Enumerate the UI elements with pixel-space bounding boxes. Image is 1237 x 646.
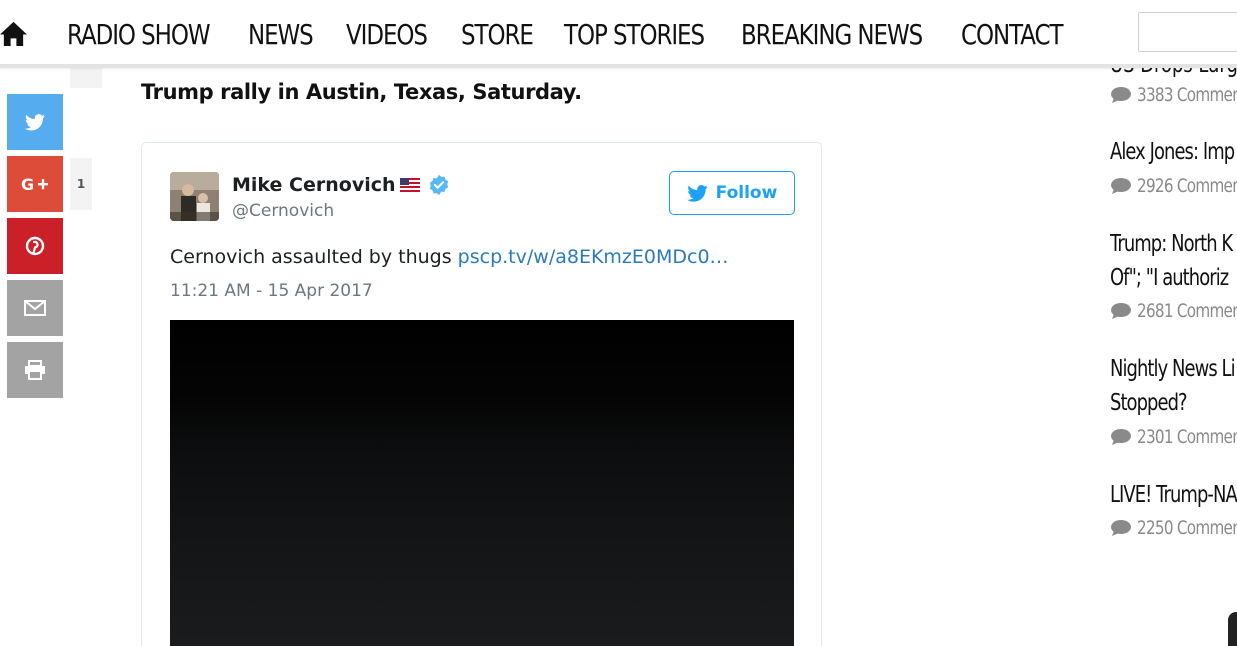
print-share-button[interactable] [7, 342, 63, 398]
follow-label: Follow [715, 183, 778, 203]
tweet-body-text: Cernovich assaulted by thugs [170, 246, 458, 268]
comment-bubble-icon [1111, 87, 1131, 103]
comment-count[interactable]: 2301 Comments [1110, 426, 1237, 448]
comment-count-text: 2681 Comments [1137, 300, 1237, 322]
tweet-author-name[interactable]: Mike Cernovich [232, 174, 396, 196]
comment-count[interactable]: 3383 Comments [1110, 84, 1237, 106]
printer-icon [25, 360, 45, 380]
comment-bubble-icon [1111, 520, 1131, 536]
top-navigation: RADIO SHOW NEWS VIDEOS STORE TOP STORIES… [0, 0, 1237, 68]
avatar[interactable] [170, 172, 219, 221]
sidebar-story-title-line2[interactable]: Stopped? [1110, 386, 1188, 420]
nav-radio-show[interactable]: RADIO SHOW [67, 15, 211, 55]
tweet-link[interactable]: pscp.tv/w/a8EKmzE0MDc0… [458, 246, 729, 268]
nav-breaking-news[interactable]: BREAKING NEWS [741, 15, 923, 55]
tweet-timestamp[interactable]: 11:21 AM - 15 Apr 2017 [170, 281, 373, 301]
google-plus-share-count: 1 [70, 158, 92, 210]
avatar-photo [170, 172, 219, 221]
verified-badge-icon [429, 174, 449, 196]
article-lead-text: Trump rally in Austin, Texas, Saturday. [141, 80, 582, 104]
nav-news[interactable]: NEWS [248, 15, 314, 55]
trending-sidebar: US Drops Large 3383 Comments Alex Jones:… [1110, 0, 1237, 646]
nav-store[interactable]: STORE [461, 15, 534, 55]
tweet-media-video[interactable] [170, 320, 794, 646]
us-flag-icon [400, 178, 420, 192]
search-box[interactable] [1138, 12, 1237, 52]
comment-count-text: 2250 Comments [1137, 517, 1237, 539]
nav-contact[interactable]: CONTACT [961, 15, 1063, 55]
google-plus-share-button[interactable]: G [7, 156, 63, 212]
twitter-share-button[interactable] [7, 94, 63, 150]
embedded-tweet: Mike Cernovich @Cernovich Follow Cernovi… [141, 142, 822, 646]
twitter-bird-icon [25, 113, 45, 130]
comment-count-text: 2301 Comments [1137, 426, 1237, 448]
tweet-author-handle[interactable]: @Cernovich [232, 201, 334, 221]
tweet-text: Cernovich assaulted by thugs pscp.tv/w/a… [170, 246, 729, 268]
nav-top-stories[interactable]: TOP STORIES [564, 15, 705, 55]
comment-count[interactable]: 2250 Comments [1110, 517, 1237, 539]
home-icon[interactable] [0, 20, 27, 47]
comment-count[interactable]: 2681 Comments [1110, 300, 1237, 322]
email-share-button[interactable] [7, 280, 63, 336]
comment-count-text: 3383 Comments [1137, 84, 1237, 106]
sidebar-story-title[interactable]: Nightly News Li [1110, 352, 1236, 386]
comment-count-text: 2926 Comments [1137, 175, 1237, 197]
search-input[interactable] [1139, 13, 1237, 51]
facebook-share-count [70, 68, 102, 88]
sidebar-story-title[interactable]: Trump: North K [1110, 227, 1233, 261]
comment-bubble-icon [1111, 303, 1131, 319]
pinterest-icon [25, 236, 45, 256]
twitter-bird-icon [686, 184, 708, 202]
sidebar-story-title-line2[interactable]: Of"; "I authoriz [1110, 261, 1229, 295]
sidebar-story-title[interactable]: Alex Jones: Imp [1110, 135, 1235, 169]
comment-bubble-icon [1111, 178, 1131, 194]
pinterest-share-button[interactable] [7, 218, 63, 274]
sidebar-story-title[interactable]: LIVE! Trump-NA [1110, 478, 1237, 512]
svg-text:G: G [21, 175, 34, 193]
comment-count[interactable]: 2926 Comments [1110, 175, 1237, 197]
envelope-icon [24, 300, 46, 316]
follow-button[interactable]: Follow [669, 171, 795, 215]
nav-videos[interactable]: VIDEOS [346, 15, 428, 55]
comment-bubble-icon [1111, 429, 1131, 445]
scroll-to-top-tab[interactable] [1228, 612, 1237, 646]
google-plus-icon: G [21, 175, 48, 193]
